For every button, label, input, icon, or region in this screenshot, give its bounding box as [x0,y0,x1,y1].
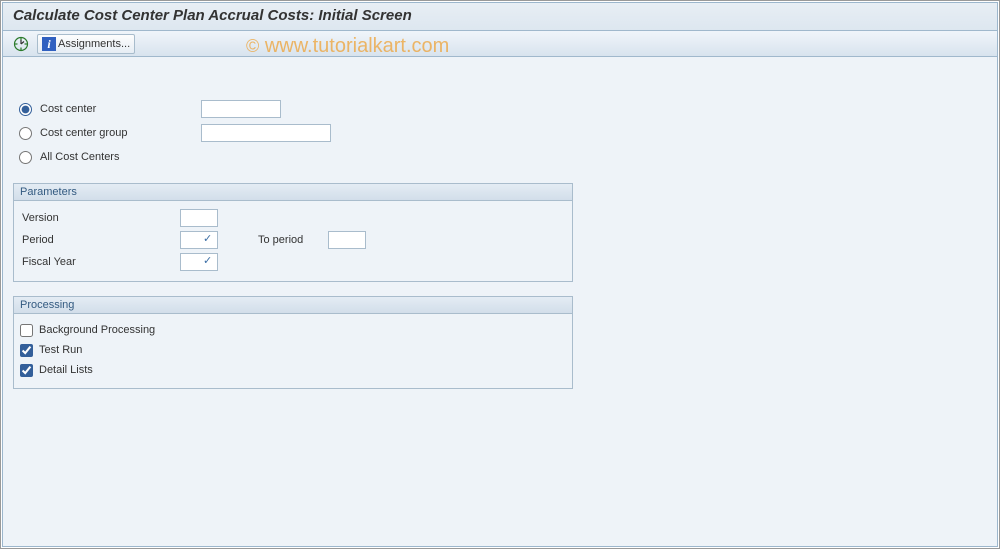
radio-row-all-cost-centers: All Cost Centers [19,145,987,169]
fiscal-year-input[interactable] [180,253,218,271]
period-input[interactable] [180,231,218,249]
toolbar: i Assignments... [3,31,997,57]
cost-center-label[interactable]: Cost center [40,103,195,115]
version-input[interactable] [180,209,218,227]
processing-group-body: Background Processing Test Run Detail Li… [14,314,572,388]
version-row: Version [20,207,562,229]
to-period-input[interactable] [328,231,366,249]
detaillists-row: Detail Lists [20,360,562,380]
processing-group-title: Processing [14,297,572,314]
detail-lists-label[interactable]: Detail Lists [39,364,93,376]
radio-row-cost-center-group: Cost center group [19,121,987,145]
all-cost-centers-radio[interactable] [19,151,32,164]
processing-group: Processing Background Processing Test Ru… [13,296,573,389]
info-icon: i [42,37,56,51]
version-label: Version [20,212,180,224]
background-processing-label[interactable]: Background Processing [39,324,155,336]
parameters-group-body: Version Period To period Fiscal Year [14,201,572,281]
execute-icon [13,36,29,52]
parameters-group-title: Parameters [14,184,572,201]
background-processing-checkbox[interactable] [20,324,33,337]
assignments-button[interactable]: i Assignments... [37,34,135,54]
content-area: Cost center Cost center group All Cost C… [3,57,997,546]
fiscal-year-row: Fiscal Year [20,251,562,273]
detail-lists-checkbox[interactable] [20,364,33,377]
execute-button[interactable] [11,34,31,54]
cost-center-group-radio[interactable] [19,127,32,140]
page-title: Calculate Cost Center Plan Accrual Costs… [13,7,412,24]
fiscal-year-label: Fiscal Year [20,256,180,268]
radio-row-cost-center: Cost center [19,97,987,121]
testrun-row: Test Run [20,340,562,360]
parameters-group: Parameters Version Period To period Fisc… [13,183,573,282]
to-period-label: To period [258,234,328,246]
cost-center-radio[interactable] [19,103,32,116]
background-row: Background Processing [20,320,562,340]
test-run-label[interactable]: Test Run [39,344,82,356]
assignments-label: Assignments... [58,38,130,50]
cost-center-group-input[interactable] [201,124,331,142]
period-label: Period [20,234,180,246]
cost-center-group-label[interactable]: Cost center group [40,127,195,139]
cost-center-input[interactable] [201,100,281,118]
test-run-checkbox[interactable] [20,344,33,357]
period-row: Period To period [20,229,562,251]
all-cost-centers-label[interactable]: All Cost Centers [40,151,195,163]
app-frame: Calculate Cost Center Plan Accrual Costs… [2,2,998,547]
selection-block: Cost center Cost center group All Cost C… [13,97,987,169]
title-bar: Calculate Cost Center Plan Accrual Costs… [3,3,997,31]
